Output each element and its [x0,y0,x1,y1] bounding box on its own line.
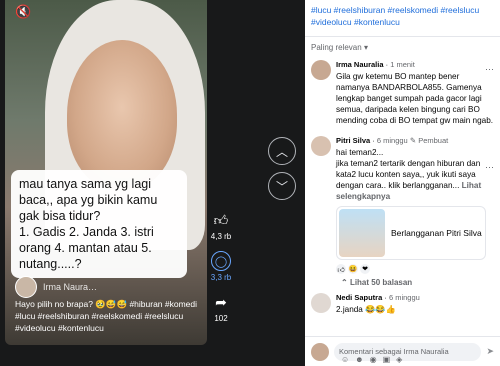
comment-author[interactable]: Nedi Saputra [336,293,382,302]
video-description: Hayo pilih no brapa? 🥹😅😅 #hiburan #komed… [15,299,198,333]
laugh-reaction-icon: 😆 [348,264,358,274]
sort-label[interactable]: Paling relevan [311,43,362,52]
reaction-row[interactable]: 👍︎ 😆 ❤ [336,264,494,274]
gif-icon[interactable]: ▣ [383,355,391,364]
sort-dropdown[interactable]: Paling relevan ▾ [305,43,500,52]
avatar-sticker-icon[interactable]: ☺ [341,355,349,364]
share-count: 102 [214,314,228,323]
comment-time[interactable]: 6 minggu [377,136,408,145]
like-reaction-icon: 👍︎ [336,264,346,274]
comment-text: hai teman2... jika teman2 tertarik denga… [336,147,494,202]
avatar[interactable] [15,276,37,298]
avatar[interactable] [311,60,331,80]
thumb-up-icon[interactable]: 👍︎ [211,210,231,230]
creator-badge-label: Pembuat [418,136,449,145]
comment-item: Irma Nauralia · 1 menit Gila gw ketemu B… [305,58,500,128]
sticker-icon[interactable]: ◈ [396,355,402,364]
video-caption-overlay: mau tanya sama yg lagi baca,, apa yg bik… [11,170,187,278]
creator-badge: ✎ Pembuat [409,136,449,145]
camera-icon[interactable]: ◉ [370,355,377,364]
subscribe-card-label[interactable]: Berlangganan Pitri Silva [391,228,482,239]
chevron-down-icon: ﹀ [275,179,288,194]
hide-replies-link[interactable]: ⌃ Lihat 50 balasan [305,276,500,291]
avatar[interactable] [311,136,331,156]
comment-text: 2.janda 😂😂👍 [336,305,396,314]
comment-author[interactable]: Pitri Silva [336,136,370,145]
comment-time[interactable]: 1 menit [390,60,415,69]
subscribe-card[interactable]: Berlangganan Pitri Silva [336,206,486,260]
emoji-icon[interactable]: ☻ [355,355,363,364]
previous-reel-button[interactable]: ︿ [268,137,296,165]
divider [305,36,500,37]
avatar [311,342,329,361]
comment-time[interactable]: 6 minggu [389,293,420,302]
post-hashtags[interactable]: #lucu #reelshiburan #reelskomedi #reelsl… [305,0,500,28]
comment-bubble-icon[interactable]: ◯ [211,251,231,271]
video-author-name[interactable]: Irma Naura… [43,282,97,292]
like-count: 4,3 rb [210,232,232,241]
video-author-strip[interactable]: Irma Naura… [15,276,97,298]
video-caption-text: mau tanya sama yg lagi baca,, apa yg bik… [19,177,158,271]
reel-video[interactable]: 🔇 mau tanya sama yg lagi baca,, apa yg b… [5,0,207,345]
share-button[interactable]: ➦ 102 [211,292,231,324]
comment-composer: Komentari sebagai Irma Nauralia ☺ ☻ ◉ ▣ … [305,336,500,366]
send-icon[interactable]: ➤ [486,346,494,357]
subscribe-card-thumbnail [339,209,385,257]
share-arrow-icon[interactable]: ➦ [211,292,231,312]
comment-author[interactable]: Irma Nauralia [336,60,384,69]
reel-actions: 👍︎ 4,3 rb ◯ 3,3 rb ➦ 102 [204,210,238,324]
comment-item: Nedi Saputra · 6 minggu 2.janda 😂😂👍 [305,291,500,317]
comment-count: 3,3 rb [210,273,232,282]
more-options-icon[interactable]: ⋯ [485,64,494,75]
speaker-mute-icon[interactable]: 🔇 [15,4,31,20]
chevron-down-icon: ▾ [363,43,368,52]
comment-text: Gila gw ketemu BO mantep bener namanya B… [336,72,494,125]
comment-item: Pitri Silva · 6 minggu ✎ Pembuat hai tem… [305,134,500,276]
comments-panel: #lucu #reelshiburan #reelskomedi #reelsl… [305,0,500,366]
like-button[interactable]: 👍︎ 4,3 rb [210,210,232,242]
comment-button[interactable]: ◯ 3,3 rb [211,251,231,282]
next-reel-button[interactable]: ﹀ [268,172,296,200]
more-options-icon[interactable]: ⋯ [485,162,494,173]
love-reaction-icon: ❤ [360,264,370,274]
video-scene-face [67,40,177,190]
comment-text-body: hai teman2... jika teman2 tertarik denga… [336,148,481,190]
avatar[interactable] [311,293,331,313]
chevron-up-icon: ︿ [275,144,288,159]
hide-replies-label[interactable]: Lihat 50 balasan [350,278,412,287]
video-stage: 🔇 mau tanya sama yg lagi baca,, apa yg b… [0,0,305,366]
composer-tools: ☺ ☻ ◉ ▣ ◈ [341,355,402,364]
